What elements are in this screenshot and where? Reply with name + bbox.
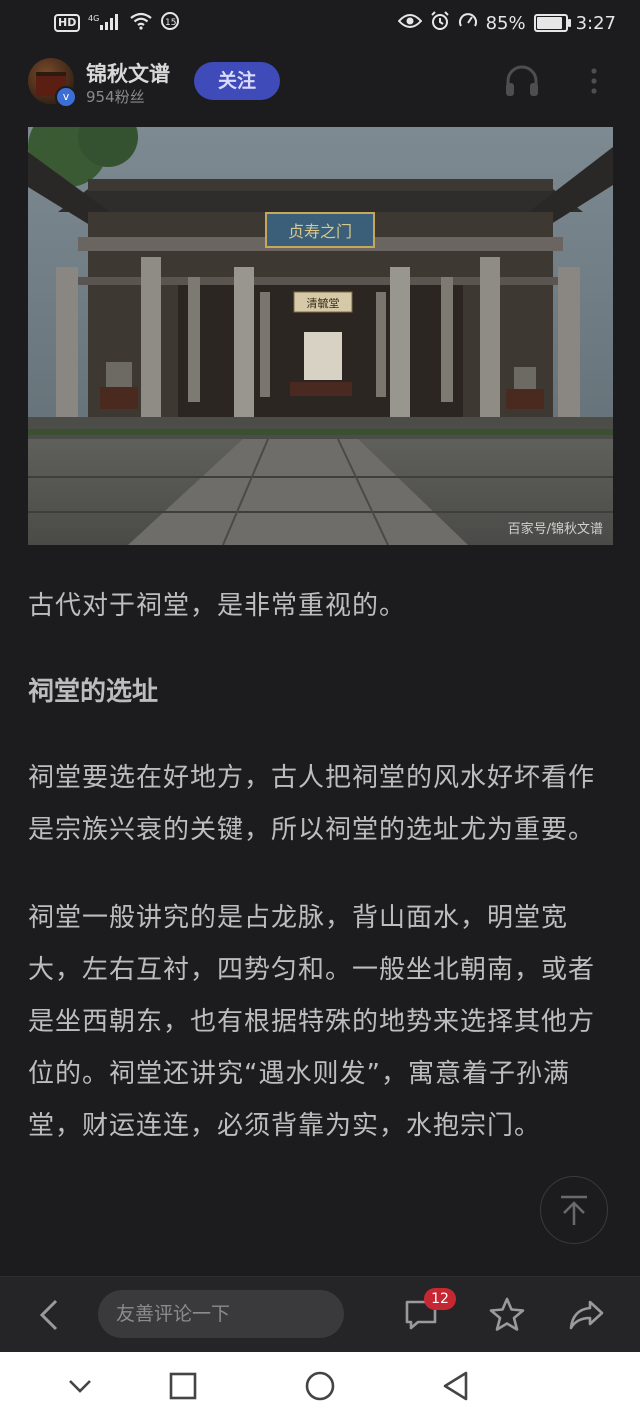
collapse-chevron-icon[interactable]: [62, 1368, 98, 1404]
author-name[interactable]: 锦秋文谱: [86, 58, 170, 88]
status-bar: HD 4G 15 85% 3:27: [0, 0, 640, 46]
hd-icon: HD: [54, 14, 81, 32]
article-paragraph: 祠堂一般讲究的是占龙脉，背山面水，明堂宽大，左右互衬，四势匀和。一般坐北朝南，或…: [28, 903, 596, 1141]
back-arrow-icon[interactable]: [34, 1297, 68, 1333]
wifi-icon: [130, 12, 153, 35]
recent-apps-square-icon[interactable]: [165, 1368, 201, 1404]
article-hero-image[interactable]: 贞寿之门 清毓堂 百家号/锦秋文谱: [28, 127, 613, 545]
svg-text:清毓堂: 清毓堂: [307, 296, 340, 310]
back-triangle-icon[interactable]: [438, 1368, 474, 1404]
ancestral-hall-illustration: 贞寿之门 清毓堂: [28, 127, 613, 545]
article-paragraph: 祠堂要选在好地方，古人把祠堂的风水好坏看作是宗族兴衰的关键，所以祠堂的选址尤为重…: [28, 763, 596, 845]
more-options-icon[interactable]: [584, 66, 604, 96]
alarm-icon: [430, 10, 450, 36]
follow-button[interactable]: 关注: [194, 62, 280, 100]
svg-text:4G: 4G: [88, 14, 99, 23]
status-left: HD 4G 15: [54, 11, 180, 36]
share-icon[interactable]: [568, 1296, 606, 1334]
favorite-star-icon[interactable]: [488, 1296, 526, 1334]
home-circle-icon[interactable]: [302, 1368, 338, 1404]
comment-count-badge: 12: [424, 1288, 456, 1310]
clock: 3:27: [575, 12, 616, 34]
article-body: 古代对于祠堂，是非常重视的。 祠堂的选址 祠堂要选在好地方，古人把祠堂的风水好坏…: [28, 580, 618, 1152]
image-watermark: 百家号/锦秋文谱: [507, 522, 603, 537]
scroll-to-top-button[interactable]: [540, 1176, 608, 1244]
status-right: 85% 3:27: [397, 10, 616, 36]
author-bar: v 锦秋文谱 954粉丝 关注: [0, 56, 640, 108]
battery-icon: [533, 14, 571, 32]
battery-percent: 85%: [485, 12, 526, 34]
speed-icon: [458, 11, 478, 36]
svg-text:15: 15: [165, 18, 176, 28]
bottom-action-bar: 友善评论一下 12: [0, 1276, 640, 1353]
system-nav-bar: [0, 1352, 640, 1422]
signal-icon: 4G: [88, 13, 122, 34]
article-paragraph: 古代对于祠堂，是非常重视的。: [28, 591, 407, 621]
data-saver-icon: 15: [160, 11, 180, 36]
svg-text:贞寿之门: 贞寿之门: [288, 222, 352, 241]
headphone-icon[interactable]: [504, 64, 540, 98]
arrow-up-icon: [561, 1195, 587, 1225]
article-section-heading: 祠堂的选址: [28, 677, 159, 707]
verified-icon: v: [55, 86, 77, 108]
fan-count: 954粉丝: [86, 88, 145, 106]
eye-icon: [397, 13, 422, 34]
comment-input[interactable]: 友善评论一下: [98, 1290, 344, 1338]
battery-fill: [536, 17, 563, 29]
